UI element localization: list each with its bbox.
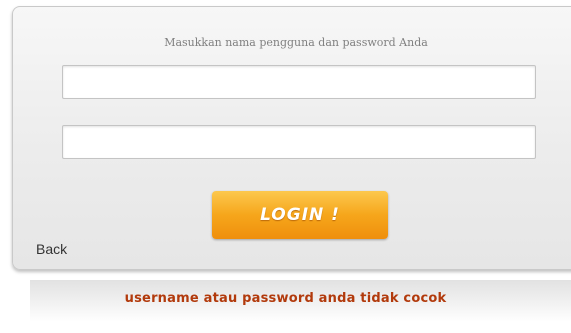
login-instruction: Masukkan nama pengguna dan password Anda: [164, 36, 428, 49]
back-link[interactable]: Back: [36, 241, 67, 257]
password-input[interactable]: [62, 125, 536, 159]
username-input[interactable]: [62, 65, 536, 99]
login-button[interactable]: LOGIN !: [212, 191, 388, 239]
error-message: username atau password anda tidak cocok: [124, 291, 447, 306]
